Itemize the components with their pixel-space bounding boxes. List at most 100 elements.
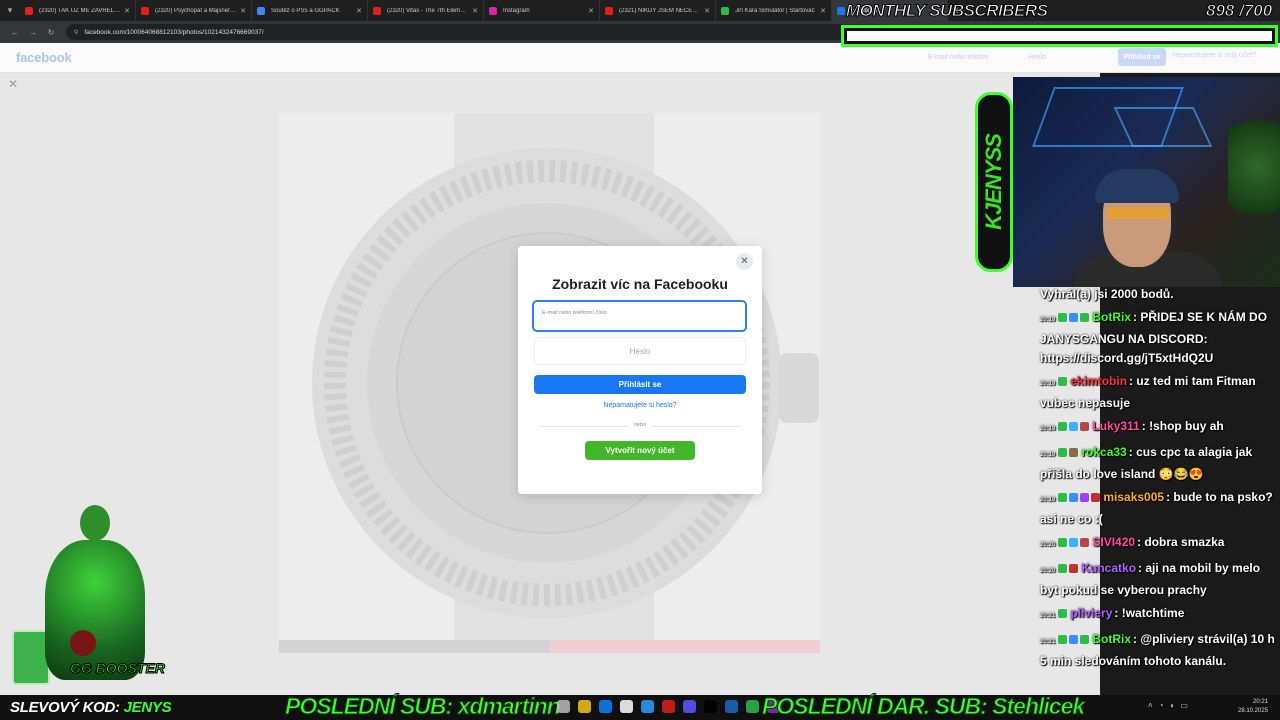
tab-close-icon[interactable]: ✕ xyxy=(588,7,594,15)
chat-username[interactable]: SIVI420 xyxy=(1092,535,1135,549)
badge-icon xyxy=(1069,635,1079,645)
volume-icon[interactable]: ◖ xyxy=(1170,701,1175,710)
taskbar-app-icon[interactable] xyxy=(662,700,675,713)
chevron-up-icon[interactable]: ˄ xyxy=(1148,701,1153,710)
badge-icon xyxy=(1058,609,1068,619)
chat-username[interactable]: BotRix xyxy=(1092,632,1131,646)
taskbar-app-icon[interactable] xyxy=(557,700,570,713)
chat-badges xyxy=(1058,538,1090,548)
chat-username[interactable]: BotRix xyxy=(1092,310,1131,324)
header-email-input[interactable]: E-mail nebo telefon xyxy=(928,49,988,65)
wifi-icon[interactable]: ◔ xyxy=(1159,701,1164,710)
badge-icon xyxy=(1069,313,1079,323)
chat-message: 20:19 BotRix: PŘIDEJ SE K NÁM DO JANYSGAN… xyxy=(1040,308,1280,368)
tab-list: (2320) TAK UŽ MĚ ZAVŘELI... ✕ (2320) Psych… xyxy=(20,0,948,21)
chat-message: 20:19 Luky311: !shop buy ah xyxy=(1040,417,1280,439)
taskbar-app-icon[interactable] xyxy=(683,700,696,713)
tab-favicon-icon xyxy=(721,6,729,15)
tab-title: Soutěž o PS5 a GGPACK xyxy=(271,7,340,14)
badge-icon xyxy=(1080,493,1090,503)
chat-username[interactable]: pliviery xyxy=(1070,606,1112,620)
side-logo-text: KJENYSS xyxy=(981,134,1006,230)
create-account-button[interactable]: Vytvořit nový účet xyxy=(585,441,695,460)
clock[interactable]: 20:21 28.10.2025 xyxy=(1238,698,1268,716)
chat-badges xyxy=(1058,313,1090,323)
tab-search-icon[interactable]: ▾ xyxy=(0,0,20,21)
browser-tab[interactable]: (2320) Psychopat a Majsner v... ✕ xyxy=(136,0,252,21)
tab-close-icon[interactable]: ✕ xyxy=(820,7,826,15)
taskbar-app-icon[interactable] xyxy=(620,700,633,713)
taskbar-app-icon[interactable] xyxy=(641,700,654,713)
tab-close-icon[interactable]: ✕ xyxy=(704,7,710,15)
taskbar-app-icon[interactable] xyxy=(578,700,591,713)
chat-message: 20:21 pliviery: !watchtime xyxy=(1040,604,1280,626)
browser-tab[interactable]: (2321) NIKDY JSEM NEČEKAL... ✕ xyxy=(600,0,716,21)
separator-text: nebo xyxy=(628,422,652,428)
badge-icon xyxy=(1069,538,1079,548)
header-forgot-link[interactable]: Nepamatujete si svůj účet? xyxy=(1172,52,1256,59)
tab-favicon-icon xyxy=(489,6,497,15)
chat-badges xyxy=(1058,635,1090,645)
viewer-close-icon[interactable]: ✕ xyxy=(8,77,18,91)
taskbar-app-icon[interactable] xyxy=(746,700,759,713)
browser-tab[interactable]: Instagram ✕ xyxy=(484,0,600,21)
chat-text: Vyhrál(a) jsi 2000 bodů. xyxy=(1040,287,1174,301)
tab-close-icon[interactable]: ✕ xyxy=(124,7,130,15)
taskbar-app-icon[interactable] xyxy=(725,700,738,713)
chat-badges xyxy=(1058,448,1079,458)
chat-username[interactable]: Kuncatko xyxy=(1081,561,1136,575)
tab-title: (2320) Psychopat a Majsner v... xyxy=(155,7,237,14)
tab-title: (2320) TAK UŽ MĚ ZAVŘELI... xyxy=(39,7,121,14)
url-text: facebook.com/100064068812103/photos/1021… xyxy=(84,28,264,36)
facebook-logo[interactable]: facebook xyxy=(16,50,72,65)
chat-username[interactable]: Luky311 xyxy=(1092,419,1139,433)
subs-progress-fill xyxy=(847,31,1272,41)
tab-title: (2320) Vitas - The 7th Elemen... xyxy=(387,7,469,14)
channel-side-logo: KJENYSS xyxy=(975,92,1013,272)
email-input[interactable]: E-mail nebo telefonní číslo xyxy=(532,300,747,332)
chat-badges xyxy=(1058,377,1068,387)
browser-tab[interactable]: Jiří Kára Simulátor | Startovač ✕ xyxy=(716,0,832,21)
reload-icon[interactable]: ↻ xyxy=(42,28,60,37)
taskbar-apps xyxy=(557,700,780,713)
login-button[interactable]: Přihlásit se xyxy=(534,375,746,394)
tab-close-icon[interactable]: ✕ xyxy=(240,7,246,15)
badge-icon xyxy=(1058,313,1068,323)
chat-badges xyxy=(1058,609,1068,619)
chat-username[interactable]: rokca33 xyxy=(1081,445,1126,459)
promo-code-value: JENYS xyxy=(123,699,172,716)
url-input[interactable]: ⚲ facebook.com/100064068812103/photos/10… xyxy=(66,24,886,40)
browser-tab[interactable]: Soutěž o PS5 a GGPACK ✕ xyxy=(252,0,368,21)
badge-icon xyxy=(1080,313,1090,323)
chat-message: 20:20 SIVI420: dobra smazka xyxy=(1040,533,1280,555)
password-input[interactable]: Heslo xyxy=(534,337,746,365)
chat-badges xyxy=(1058,493,1101,503)
gg-booster-mascot: GG BOOSTER xyxy=(10,500,175,695)
back-icon[interactable]: ← xyxy=(6,28,24,37)
browser-tab[interactable]: (2320) TAK UŽ MĚ ZAVŘELI... ✕ xyxy=(20,0,136,21)
header-login-button[interactable]: Přihlásit se xyxy=(1118,48,1166,66)
tab-close-icon[interactable]: ✕ xyxy=(472,7,478,15)
last-gift-text: POSLEDNÍ DAR. SUB: Stehlicek xyxy=(761,693,1085,720)
battery-icon[interactable]: ▭ xyxy=(1180,701,1188,710)
forward-icon[interactable]: → xyxy=(24,28,42,37)
dialog-close-icon[interactable]: ✕ xyxy=(736,253,753,270)
chat-time: 20:19 xyxy=(1040,426,1056,432)
browser-tab[interactable]: (2320) Vitas - The 7th Elemen... ✕ xyxy=(368,0,484,21)
subs-title: MONTHLY SUBSCRIBERS xyxy=(845,1,1048,21)
taskbar-app-icon[interactable] xyxy=(704,700,717,713)
header-password-input[interactable]: Heslo xyxy=(1028,49,1046,65)
site-info-icon[interactable]: ⚲ xyxy=(74,29,78,36)
chat-username[interactable]: misaks005 xyxy=(1103,490,1164,504)
chat-text: : dobra smazka xyxy=(1137,535,1225,549)
chat-username[interactable]: ekimtobin xyxy=(1070,374,1127,388)
chat-time: 20:21 xyxy=(1040,639,1056,645)
webcam-feed xyxy=(1013,77,1280,287)
promo-code: SLEVOVÝ KOD: JENYS xyxy=(10,699,172,716)
login-dialog: ✕ Zobrazit víc na Facebooku E-mail nebo … xyxy=(518,246,762,494)
tab-close-icon[interactable]: ✕ xyxy=(356,7,362,15)
taskbar-app-icon[interactable] xyxy=(599,700,612,713)
chat-time: 20:19 xyxy=(1040,452,1056,458)
forgot-password-link[interactable]: Nepamatujete si heslo? xyxy=(518,402,762,409)
chat-time: 20:21 xyxy=(1040,613,1056,619)
